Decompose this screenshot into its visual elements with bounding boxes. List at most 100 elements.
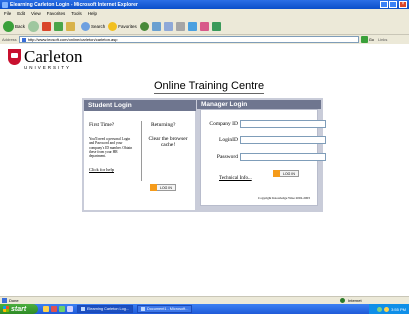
taskbar: start Elearning Carleton Log... Document… (0, 304, 409, 314)
clock[interactable]: 3:55 PM (391, 307, 406, 312)
word-task-icon (141, 307, 146, 311)
menu-tools[interactable]: Tools (71, 11, 82, 16)
system-tray: 3:55 PM (369, 304, 409, 314)
arrow-right-icon (150, 184, 157, 191)
favorites-button[interactable]: Favorites (108, 21, 137, 31)
manager-login-button[interactable]: LOG IN (273, 170, 299, 177)
print-icon (175, 21, 185, 31)
login-panel: Student Login Manager Login First Time? … (82, 98, 326, 212)
quicklaunch-outlook-icon[interactable] (51, 306, 57, 312)
login-id-input[interactable] (240, 136, 326, 144)
home-icon (66, 21, 76, 31)
back-label: Back (15, 23, 26, 29)
messenger-icon (211, 21, 221, 31)
favorites-label: Favorites (118, 23, 137, 29)
shield-icon (8, 49, 21, 65)
stop-icon (42, 21, 52, 31)
forward-arrow-icon (28, 20, 40, 32)
ie-icon (2, 1, 8, 8)
messenger-button[interactable] (211, 21, 221, 31)
volume-tray-icon[interactable] (384, 306, 390, 312)
maximize-button[interactable] (389, 1, 397, 8)
password-label: Password (216, 154, 238, 160)
window-title-bar[interactable]: Elearning Carleton Login - Microsoft Int… (0, 0, 409, 9)
quicklaunch-ie-icon[interactable] (43, 306, 49, 312)
ie-task-icon (81, 307, 85, 311)
back-arrow-icon (3, 20, 14, 32)
back-button[interactable]: Back (3, 20, 26, 32)
address-bar: Address http://www.lecsoft.com/online/ca… (0, 35, 409, 44)
copyright-text: Copyright Knowledge Wise 2002-2003 (258, 196, 310, 200)
company-id-label: Company ID (209, 121, 238, 127)
first-time-description: You'll need a personal Login and Passwor… (89, 137, 133, 159)
edit-icon (187, 21, 197, 31)
home-button[interactable] (66, 21, 76, 31)
edit-button[interactable] (187, 21, 197, 31)
click-for-help-link[interactable]: Click for help (89, 167, 114, 172)
manager-login-button-label: LOG IN (283, 171, 295, 176)
history-button[interactable] (151, 21, 161, 31)
taskbar-item-ie-label: Elearning Carleton Log... (87, 307, 130, 311)
taskbar-item-word-label: Document1 - Microsoft... (147, 307, 189, 311)
section-divider (141, 121, 142, 181)
links-button[interactable]: Links (378, 37, 387, 42)
zone-text: Internet (348, 298, 362, 303)
discuss-icon (199, 21, 209, 31)
media-button[interactable] (139, 21, 149, 31)
forward-button[interactable] (28, 20, 40, 32)
page-done-icon (2, 298, 7, 303)
student-login-button[interactable]: LOG IN (150, 184, 176, 191)
menu-help[interactable]: Help (88, 11, 97, 16)
page-icon (21, 37, 26, 42)
returning-heading: Returning? (151, 122, 176, 128)
address-input[interactable]: http://www.lecsoft.com/online/carleton/c… (18, 36, 359, 43)
address-url: http://www.lecsoft.com/online/carleton/c… (27, 37, 118, 42)
star-icon (108, 21, 118, 31)
student-login-section: First Time? Returning? You'll need a per… (84, 111, 195, 210)
clear-cache-note: Clear the browser cache! (148, 136, 188, 149)
mail-icon (163, 21, 173, 31)
network-tray-icon[interactable] (377, 306, 383, 312)
close-button[interactable]: × (399, 1, 407, 8)
search-button[interactable]: Search (81, 21, 106, 31)
stop-button[interactable] (42, 21, 52, 31)
address-label: Address (2, 37, 17, 42)
internet-zone-icon (340, 298, 345, 303)
arrow-right-icon (273, 170, 280, 177)
page-title: Online Training Centre (154, 80, 265, 94)
discuss-button[interactable] (199, 21, 209, 31)
go-button[interactable]: Go (369, 37, 374, 42)
go-icon[interactable] (360, 36, 368, 43)
window-title: Elearning Carleton Login - Microsoft Int… (10, 1, 138, 8)
mail-button[interactable] (163, 21, 173, 31)
quicklaunch-media-icon[interactable] (67, 306, 73, 312)
taskbar-item-word[interactable]: Document1 - Microsoft... (137, 305, 193, 313)
menu-view[interactable]: View (31, 11, 41, 16)
menu-edit[interactable]: Edit (17, 11, 25, 16)
carleton-logo[interactable]: Carleton UNIVERSITY (8, 48, 83, 70)
start-label: start (11, 305, 27, 313)
quicklaunch-desktop-icon[interactable] (59, 306, 65, 312)
company-id-input[interactable] (240, 120, 326, 128)
history-icon (151, 21, 161, 31)
search-label: Search (91, 23, 106, 29)
refresh-icon (54, 21, 64, 31)
technical-info-link[interactable]: Technical Info... (219, 176, 252, 181)
first-time-heading: First Time? (89, 122, 115, 128)
refresh-button[interactable] (54, 21, 64, 31)
print-button[interactable] (175, 21, 185, 31)
start-button[interactable]: start (0, 304, 38, 314)
search-icon (81, 21, 91, 31)
taskbar-item-ie[interactable]: Elearning Carleton Log... (77, 305, 134, 313)
student-login-button-label: LOG IN (160, 185, 172, 190)
status-text: Done (9, 298, 19, 303)
menu-favorites[interactable]: Favorites (47, 11, 66, 16)
menu-file[interactable]: File (4, 11, 11, 16)
status-bar: Done Internet (0, 296, 409, 304)
manager-login-section: Company ID LoginID Password LOG IN (200, 109, 326, 206)
menu-bar: File Edit View Favorites Tools Help (0, 9, 409, 18)
media-icon (139, 21, 149, 31)
windows-flag-icon (3, 306, 9, 312)
minimize-button[interactable] (380, 1, 388, 8)
password-input[interactable] (240, 153, 326, 161)
